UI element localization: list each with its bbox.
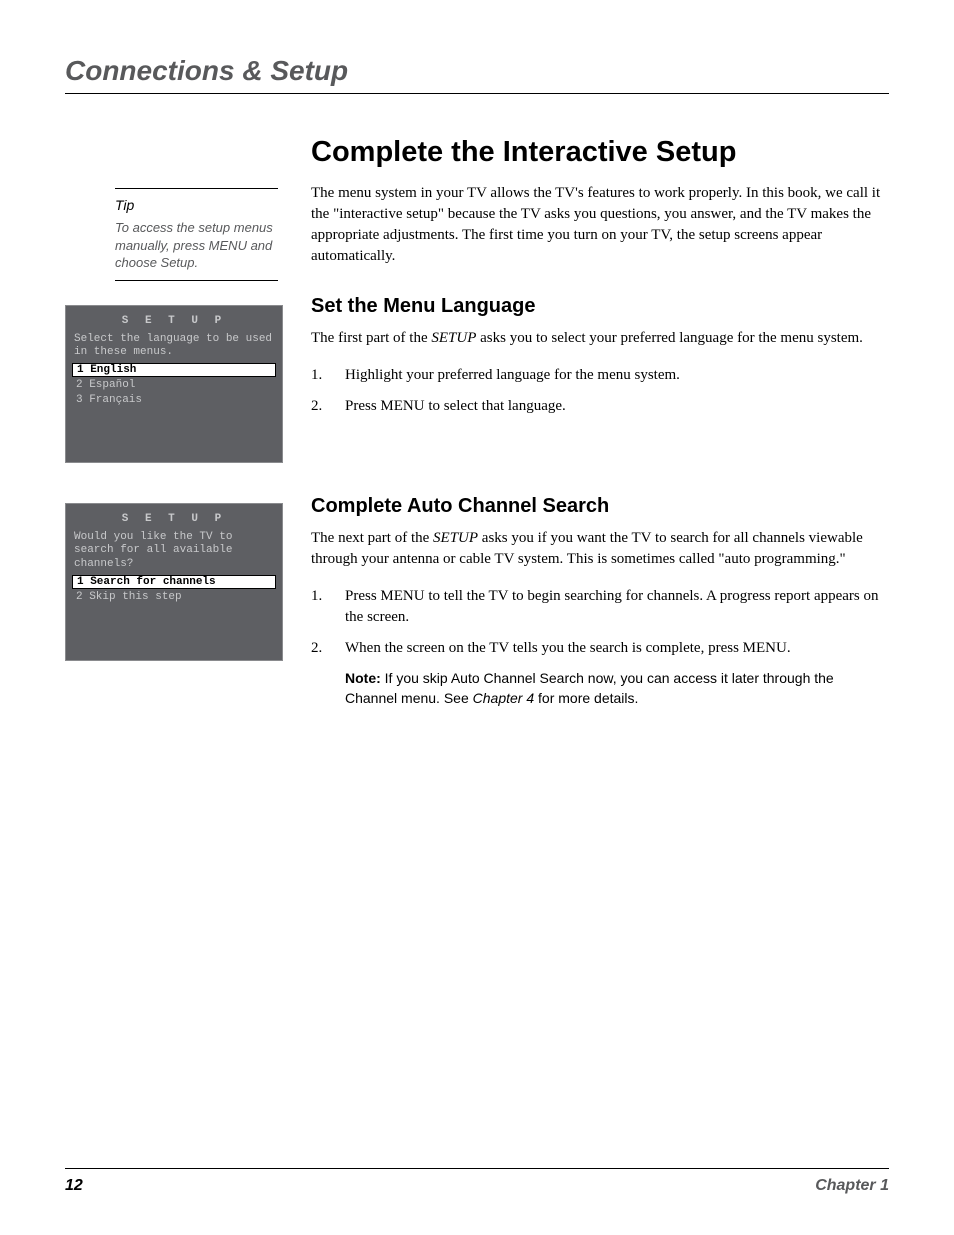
main-heading: Complete the Interactive Setup xyxy=(311,136,889,169)
setup-option: 2 Español xyxy=(66,378,282,393)
setup-language-screen: S E T U P Select the language to be used… xyxy=(65,305,283,463)
setup-option-selected: 1 English xyxy=(72,363,276,377)
menu-language-heading: Set the Menu Language xyxy=(311,295,889,318)
tip-box: Tip To access the setup menus manually, … xyxy=(115,188,278,281)
page-header: Connections & Setup xyxy=(65,55,889,94)
setup-channel-screen: S E T U P Would you like the TV to searc… xyxy=(65,503,283,661)
menu-language-paragraph: The first part of the SETUP asks you to … xyxy=(311,328,889,349)
intro-paragraph: The menu system in your TV allows the TV… xyxy=(311,183,889,267)
auto-channel-paragraph: The next part of the SETUP asks you if y… xyxy=(311,528,889,570)
setup-screen-title: S E T U P xyxy=(66,504,282,531)
step-item: When the screen on the TV tells you the … xyxy=(311,638,889,659)
step-item: Press MENU to select that language. xyxy=(311,396,889,417)
setup-prompt: Would you like the TV to search for all … xyxy=(66,531,282,574)
setup-option: 3 Français xyxy=(66,393,282,408)
setup-option: 2 Skip this step xyxy=(66,590,282,605)
auto-channel-steps: Press MENU to tell the TV to begin searc… xyxy=(311,586,889,659)
step-item: Highlight your preferred language for th… xyxy=(311,365,889,386)
left-column: Tip To access the setup menus manually, … xyxy=(65,136,293,1168)
menu-language-steps: Highlight your preferred language for th… xyxy=(311,365,889,417)
auto-channel-heading: Complete Auto Channel Search xyxy=(311,495,889,518)
setup-screen-title: S E T U P xyxy=(66,306,282,333)
page-number: 12 xyxy=(65,1177,83,1195)
page-footer: 12 Chapter 1 xyxy=(65,1168,889,1195)
setup-option-selected: 1 Search for channels xyxy=(72,575,276,589)
tip-text: To access the setup menus manually, pres… xyxy=(115,219,278,272)
tip-label: Tip xyxy=(115,197,278,213)
chapter-reference: Chapter 1 xyxy=(815,1177,889,1195)
step-item: Press MENU to tell the TV to begin searc… xyxy=(311,586,889,628)
right-column: Complete the Interactive Setup The menu … xyxy=(311,136,889,1168)
note-paragraph: Note: If you skip Auto Channel Search no… xyxy=(311,669,889,708)
setup-prompt: Select the language to be used in these … xyxy=(66,333,282,363)
